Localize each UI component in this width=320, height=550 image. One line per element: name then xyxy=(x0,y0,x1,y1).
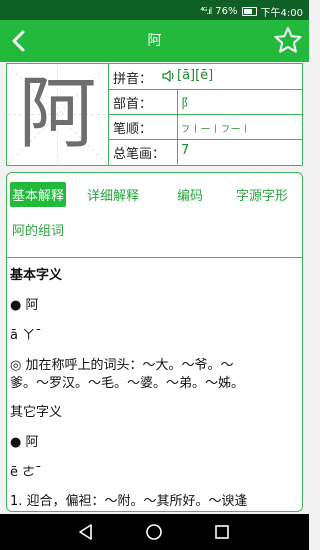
status-bar: ⁴ᴳ.ıl 76% 下午4:00 xyxy=(0,0,309,20)
definition-line: 1. 迎合，偏袒：～附。～其所好。～谀逢 xyxy=(10,494,248,509)
radical-value: 阝 xyxy=(181,97,195,112)
speaker-icon[interactable] xyxy=(161,69,175,83)
tab-character-origin[interactable]: 字源字形 xyxy=(236,185,288,204)
basic-meaning-heading: 基本字义 xyxy=(10,268,63,283)
system-nav-bar xyxy=(0,514,309,550)
app-bar: 阿 xyxy=(0,20,309,62)
radical-label: 部首： xyxy=(113,97,153,112)
stroke-order-label: 笔顺： xyxy=(113,122,153,137)
entry-bullet: ● 阿 xyxy=(10,435,39,450)
total-strokes-label: 总笔画： xyxy=(113,147,166,162)
character-grid: 阿 xyxy=(7,64,109,165)
battery-icon xyxy=(241,7,257,16)
entry-bullet: ● 阿 xyxy=(10,298,39,313)
nav-recents-icon[interactable] xyxy=(212,522,232,542)
pinyin-text: [ā][ē] xyxy=(177,68,214,83)
total-strokes-value: 7 xyxy=(181,143,190,158)
battery-percent: 76% xyxy=(215,6,238,17)
tab-basic-definition[interactable]: 基本解释 xyxy=(10,182,67,207)
nav-back-icon[interactable] xyxy=(76,522,96,542)
stroke-order-row: 笔顺： フ丨一丨フ一丨 xyxy=(109,114,302,140)
tab-divider xyxy=(7,257,302,258)
page-title: 阿 xyxy=(147,33,162,49)
row-separator xyxy=(177,139,178,164)
nav-home-icon[interactable] xyxy=(144,522,164,542)
entry-pinyin: ē ㄜˉ xyxy=(10,465,42,480)
tab-encoding[interactable]: 编码 xyxy=(177,185,203,204)
row-separator xyxy=(177,114,178,139)
stroke-order-value: フ丨一丨フ一丨 xyxy=(181,125,252,135)
status-right: ⁴ᴳ.ıl 76% 下午4:00 xyxy=(200,4,303,19)
clock: 下午4:00 xyxy=(260,8,303,19)
large-character: 阿 xyxy=(18,69,97,159)
definition-line: 爹。～罗汉。～毛。～婆。～弟。～姊。 xyxy=(10,376,245,391)
pinyin-label: 拼音： xyxy=(113,72,153,87)
signal-icon: ⁴ᴳ.ıl xyxy=(200,6,212,17)
favorite-star-icon[interactable] xyxy=(273,25,303,55)
pinyin-value: [ā][ē] xyxy=(161,68,213,83)
total-strokes-row: 总笔画： 7 xyxy=(109,139,302,164)
tab-bar: 基本解释 详细解释 编码 字源字形 阿的组词 xyxy=(7,173,302,253)
tab-word-combinations[interactable]: 阿的组词 xyxy=(12,220,64,239)
radical-row: 部首： 阝 xyxy=(109,89,302,115)
other-meaning-heading: 其它字义 xyxy=(10,405,63,420)
entry-pinyin: ā ㄚˉ xyxy=(10,328,42,343)
row-separator xyxy=(177,89,178,114)
pinyin-row: 拼音： [ā][ē] xyxy=(109,64,302,90)
info-rows: 拼音： [ā][ē] 部首： 阝 笔顺： フ丨一丨フ一丨 总笔画： 7 xyxy=(109,64,302,165)
definition-panel: 基本解释 详细解释 编码 字源字形 阿的组词 基本字义 ● 阿 ā ㄚˉ ◎ 加… xyxy=(6,172,303,512)
tab-detailed-definition[interactable]: 详细解释 xyxy=(87,185,139,204)
character-info-card: 阿 拼音： [ā][ē] 部首： 阝 笔顺： フ丨一丨フ一丨 总笔画： 7 xyxy=(6,63,303,166)
